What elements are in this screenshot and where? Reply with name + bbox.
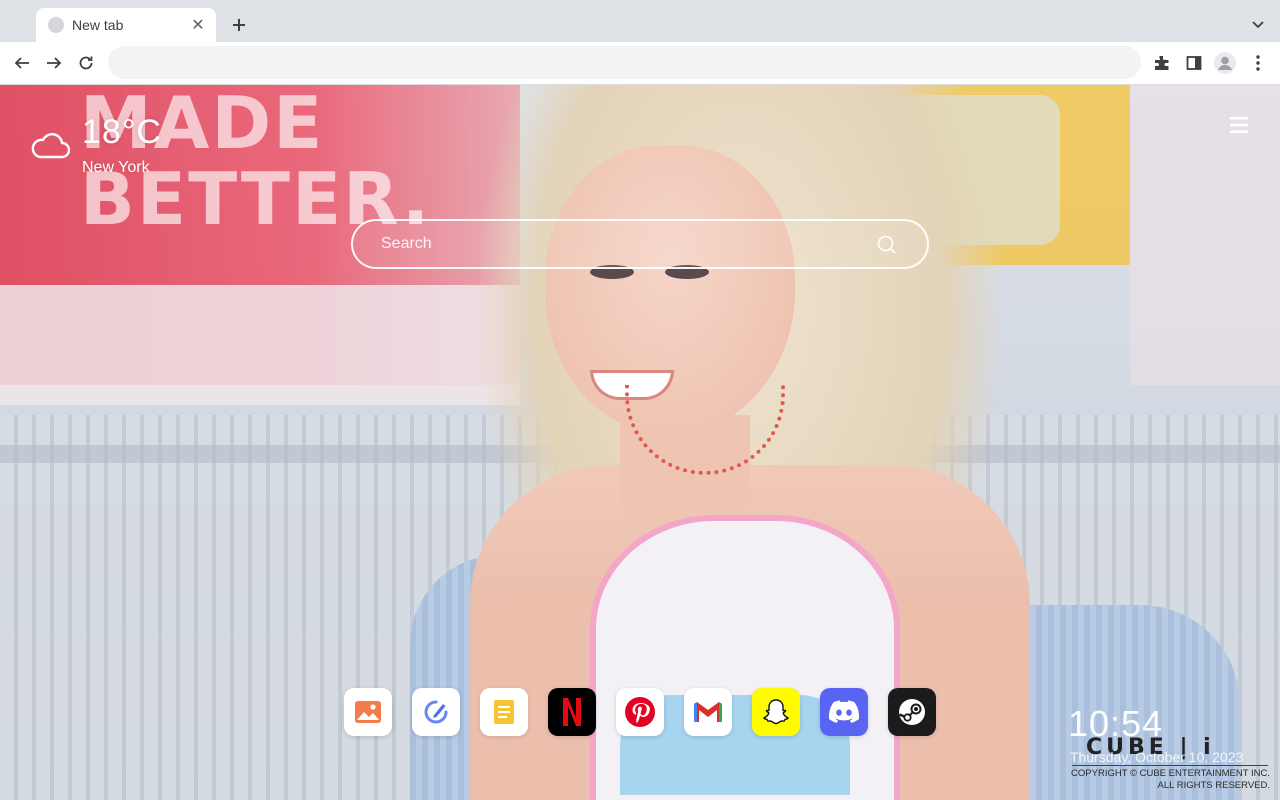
chevron-down-icon xyxy=(1252,21,1264,29)
browser-toolbar xyxy=(0,42,1280,85)
shortcut-gmail[interactable] xyxy=(684,688,732,736)
hamburger-menu-icon[interactable] xyxy=(1228,115,1250,135)
plus-icon xyxy=(233,19,245,31)
tab-search-button[interactable] xyxy=(1248,15,1268,35)
profile-avatar-icon xyxy=(1214,52,1236,74)
shortcut-pinterest[interactable] xyxy=(616,688,664,736)
reload-button[interactable] xyxy=(74,51,98,75)
tab-close-icon[interactable]: ✕ xyxy=(190,17,206,34)
copyright-text: COPYRIGHT © CUBE ENTERTAINMENT INC. ALL … xyxy=(1060,768,1270,792)
extensions-icon xyxy=(1155,56,1169,70)
tab-title: New tab xyxy=(72,17,124,33)
watermark-divider xyxy=(1072,765,1268,766)
forward-button[interactable] xyxy=(42,51,66,75)
pencil-circle-icon xyxy=(424,700,448,724)
favicon-icon xyxy=(48,17,64,33)
shortcut-steam[interactable] xyxy=(888,688,936,736)
shortcut-dock xyxy=(344,688,936,736)
back-arrow-icon xyxy=(14,57,29,69)
shortcut-discord[interactable] xyxy=(820,688,868,736)
side-panel-icon xyxy=(1186,56,1202,70)
back-button[interactable] xyxy=(10,51,34,75)
clock-date: Thursday, October 10, 2023 xyxy=(1070,749,1244,765)
copyright-line-2: ALL RIGHTS RESERVED. xyxy=(1157,780,1270,791)
cloud-icon xyxy=(31,133,70,159)
shortcut-netflix[interactable] xyxy=(548,688,596,736)
profile-button[interactable] xyxy=(1213,51,1237,75)
search-input[interactable] xyxy=(381,221,861,267)
tab-new-tab[interactable]: New tab ✕ xyxy=(36,8,216,42)
steam-icon xyxy=(899,699,925,725)
netflix-icon xyxy=(563,698,581,726)
shortcut-snapchat[interactable] xyxy=(752,688,800,736)
discord-icon xyxy=(828,700,860,723)
search-icon[interactable] xyxy=(877,235,897,255)
gmail-icon xyxy=(694,702,722,722)
shortcut-gallery[interactable] xyxy=(344,688,392,736)
pinterest-icon xyxy=(625,697,655,727)
address-bar[interactable] xyxy=(108,46,1141,79)
background-right-wall xyxy=(1130,85,1280,385)
weather-temperature: 18°C xyxy=(82,113,162,151)
reload-icon xyxy=(79,56,93,70)
weather-city: New York xyxy=(82,159,150,176)
tab-strip: New tab ✕ xyxy=(0,0,1280,42)
search-box xyxy=(351,219,929,269)
snapchat-icon xyxy=(763,699,789,725)
shortcut-notes[interactable] xyxy=(480,688,528,736)
image-icon xyxy=(355,701,381,723)
note-icon xyxy=(494,700,514,724)
extensions-button[interactable] xyxy=(1150,51,1174,75)
copyright-line-1: COPYRIGHT © CUBE ENTERTAINMENT INC. xyxy=(1071,768,1270,779)
shortcut-edit[interactable] xyxy=(412,688,460,736)
kebab-menu-icon xyxy=(1256,55,1260,71)
new-tab-page: MADE BETTER. 18°C New York Search 10:54 … xyxy=(0,85,1280,800)
new-tab-button[interactable] xyxy=(228,14,250,36)
side-panel-button[interactable] xyxy=(1182,51,1206,75)
background-banner xyxy=(0,285,520,405)
forward-arrow-icon xyxy=(47,57,62,69)
browser-menu-button[interactable] xyxy=(1246,51,1270,75)
